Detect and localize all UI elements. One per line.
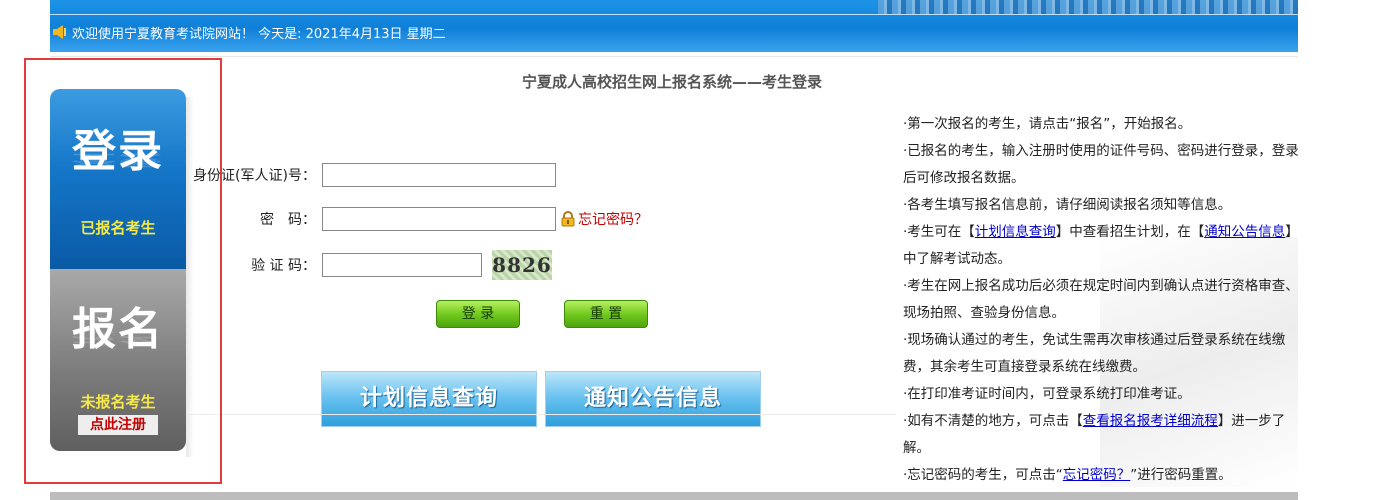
id-label: 身份证(军人证)号： xyxy=(193,168,316,184)
forgot-password-link[interactable]: 忘记密码？ xyxy=(578,209,648,229)
captcha-row: 验 证 码： 8826 xyxy=(182,250,552,280)
info-line: ·如有不清楚的地方，可点击【查看报名报考详细流程】进一步了解。 xyxy=(903,413,1286,456)
reset-button[interactable]: 重 置 xyxy=(564,300,648,328)
id-row: 身份证(军人证)号： xyxy=(182,163,556,187)
login-button[interactable]: 登 录 xyxy=(436,300,520,328)
page-title: 宁夏成人高校招生网上报名系统——考生登录 xyxy=(522,73,823,91)
captcha-label: 验 证 码： xyxy=(251,258,316,274)
login-side-button[interactable]: 登录 登录 已报名考生 xyxy=(50,89,186,269)
main-panel: 登录 登录 已报名考生 报名 报名 未报名考生 点此注册 宁夏成人高校招生网上报… xyxy=(50,56,1299,490)
captcha-image[interactable]: 8826 xyxy=(492,250,552,280)
register-sub-label: 未报名考生 xyxy=(80,393,156,411)
info-line: ·忘记密码的考生，可点击“忘记密码？”进行密码重置。 xyxy=(903,467,1232,483)
speaker-icon xyxy=(53,25,66,39)
register-here-tag[interactable]: 点此注册 xyxy=(78,415,158,435)
welcome-bar: 欢迎使用宁夏教育考试院网站！ 今天是: 2021年4月13日 星期二 xyxy=(52,22,446,42)
login-sub-label: 已报名考生 xyxy=(80,219,156,237)
id-number-input[interactable] xyxy=(322,163,556,187)
register-big-reflection: 报名 xyxy=(72,329,164,348)
header-banner-image xyxy=(878,0,1298,14)
welcome-text: 欢迎使用宁夏教育考试院网站！ 今天是: 2021年4月13日 星期二 xyxy=(72,26,446,42)
info-line: ·已报名的考生，输入注册时使用的证件号码、密码进行登录，登录后可修改报名数据。 xyxy=(903,143,1299,186)
page: 欢迎使用宁夏教育考试院网站！ 今天是: 2021年4月13日 星期二 登录 登录… xyxy=(50,0,1299,500)
forgot-password-info-link[interactable]: 忘记密码？ xyxy=(1063,467,1131,483)
header-bar: 欢迎使用宁夏教育考试院网站！ 今天是: 2021年4月13日 星期二 xyxy=(50,0,1298,52)
info-line: ·现场确认通过的考生，免试生需再次审核通过后登录系统在线缴费，其余考生可直接登录… xyxy=(903,332,1286,375)
info-line: ·各考生填写报名信息前，请仔细阅读报名须知等信息。 xyxy=(903,197,1232,213)
process-detail-link[interactable]: 查看报名报考详细流程 xyxy=(1083,413,1218,429)
password-row: 密 码： 忘记密码？ xyxy=(182,207,648,231)
plan-query-link[interactable]: 计划信息查询 xyxy=(975,224,1056,240)
info-line: ·考生可在【计划信息查询】中查看招生计划，在【通知公告信息】中了解考试动态。 xyxy=(903,224,1299,267)
password-input[interactable] xyxy=(322,207,556,231)
lock-icon xyxy=(561,211,575,227)
notice-link[interactable]: 通知公告信息 xyxy=(1204,224,1285,240)
footer-bar xyxy=(50,492,1298,500)
info-line: ·考生在网上报名成功后必须在规定时间内到确认点进行资格审查、现场拍照、查验身份信… xyxy=(903,278,1299,321)
login-big-reflection: 登录 xyxy=(72,151,164,170)
info-panel: ·第一次报名的考生，请点击“报名”，开始报名。 ·已报名的考生，输入注册时使用的… xyxy=(903,111,1303,489)
captcha-input[interactable] xyxy=(322,253,482,277)
plan-query-button[interactable]: 计划信息查询 xyxy=(321,371,537,427)
register-side-button[interactable]: 报名 报名 未报名考生 点此注册 xyxy=(50,269,186,451)
info-line: ·在打印准考证时间内，可登录系统打印准考证。 xyxy=(903,386,1191,402)
info-line: ·第一次报名的考生，请点击“报名”，开始报名。 xyxy=(903,116,1192,132)
notice-button[interactable]: 通知公告信息 xyxy=(545,371,761,427)
password-label: 密 码： xyxy=(260,212,316,228)
